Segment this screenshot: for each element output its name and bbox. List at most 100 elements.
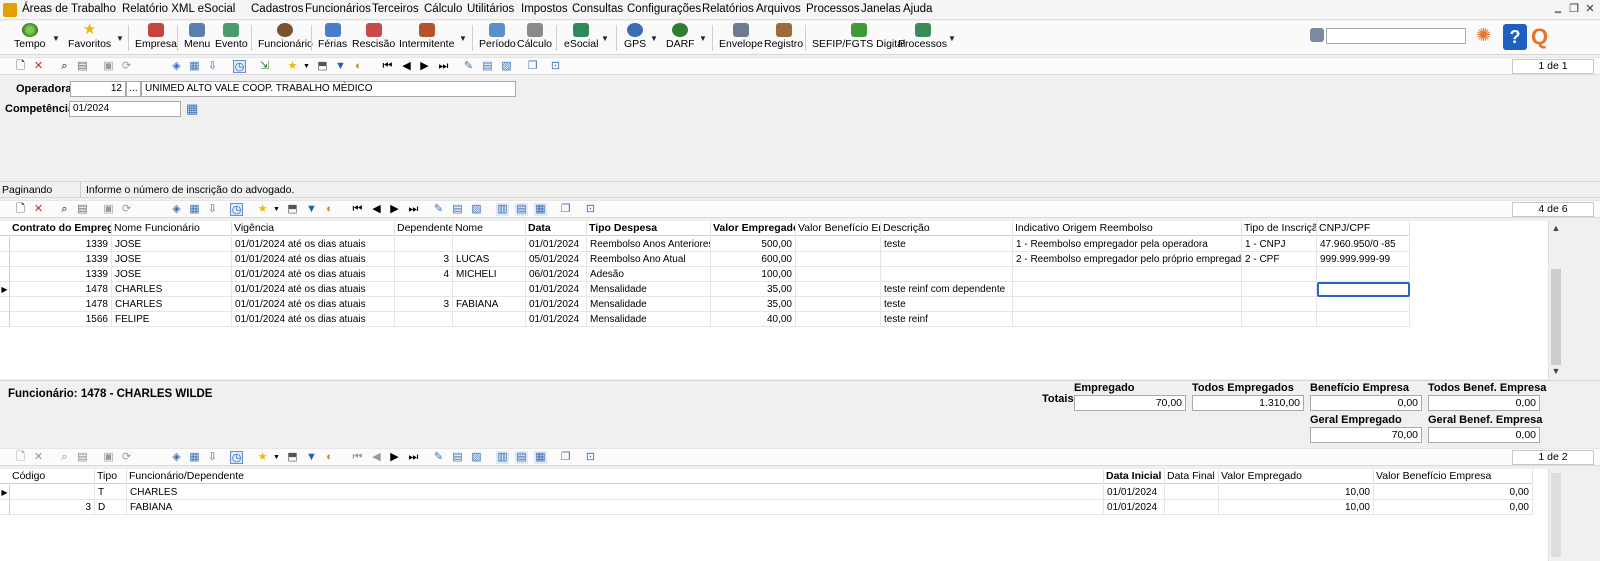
tempo-dropdown-icon[interactable]: ▼ (52, 34, 60, 43)
detail-row[interactable]: ▶ T CHARLES 01/01/2024 10,00 0,00 (0, 485, 1533, 500)
cell-tipo-insc[interactable]: 1 - CNPJ (1242, 237, 1317, 252)
save-icon[interactable]: ▣ (102, 451, 115, 464)
first-record-icon[interactable]: ⏮ (351, 203, 364, 216)
cell-valor-ben[interactable] (796, 282, 881, 297)
col-valor-empregado-det[interactable]: Valor Empregado (1219, 469, 1374, 484)
cell-dependente[interactable]: 4 (395, 267, 453, 282)
cell-nome-func[interactable]: JOSE (112, 252, 232, 267)
cell-indicativo[interactable] (1013, 312, 1242, 327)
cell-cnpj[interactable]: 999.999.999-99 (1317, 252, 1410, 267)
print-icon[interactable]: ▤ (76, 60, 89, 73)
col-nome[interactable]: Nome (453, 221, 526, 236)
cell-valor-ben[interactable] (796, 252, 881, 267)
cell-dependente[interactable] (395, 312, 453, 327)
detail-cell-data-ini[interactable]: 01/01/2024 (1104, 500, 1165, 515)
cell-descricao[interactable]: teste (881, 297, 1013, 312)
detail-cell-valor-ben[interactable]: 0,00 (1374, 485, 1533, 500)
detail-cell-valor-emp[interactable]: 10,00 (1219, 485, 1374, 500)
cell-contrato[interactable]: 1478 (10, 297, 112, 312)
intermitente-button[interactable]: Intermitente (399, 23, 454, 50)
rows-icon[interactable]: ▤ (515, 451, 528, 464)
funcionario-button[interactable]: Funcionário (258, 23, 313, 50)
detail-cell-valor-emp[interactable]: 10,00 (1219, 500, 1374, 515)
view-icon[interactable]: ◈ (170, 451, 183, 464)
copy-icon[interactable]: ❐ (526, 60, 539, 73)
scroll-thumb[interactable] (1551, 473, 1561, 557)
cell-nome[interactable]: FABIANA (453, 297, 526, 312)
cell-vigencia[interactable]: 01/01/2024 até os dias atuais (232, 312, 395, 327)
close-icon[interactable]: ✕ (1584, 2, 1596, 15)
detail-cell-data-fim[interactable] (1165, 500, 1219, 515)
table-icon[interactable]: ▦ (534, 203, 547, 216)
prev-record-icon[interactable]: ◀ (370, 451, 383, 464)
col-data[interactable]: Data (526, 221, 587, 236)
gps-button[interactable]: GPS (624, 23, 646, 50)
cell-nome-func[interactable]: FELIPE (112, 312, 232, 327)
darf-dropdown-icon[interactable]: ▼ (699, 34, 707, 43)
refresh-icon[interactable]: ⟳ (120, 203, 133, 216)
detail-cell-data-ini[interactable]: 01/01/2024 (1104, 485, 1165, 500)
find-icon[interactable]: ⌕ (58, 60, 71, 73)
import-icon[interactable]: ⇩ (206, 203, 219, 216)
delete-icon[interactable]: ✕ (32, 451, 45, 464)
row-indicator[interactable] (0, 237, 10, 252)
menu-ajuda[interactable]: Ajuda (903, 3, 932, 15)
report-edit-icon[interactable]: ▧ (470, 451, 483, 464)
cell-nome-func[interactable]: JOSE (112, 267, 232, 282)
cell-valor-ben[interactable] (796, 297, 881, 312)
cell-contrato[interactable]: 1339 (10, 267, 112, 282)
registro-button[interactable]: Registro (764, 23, 803, 50)
new-icon[interactable]: 🗋 (14, 203, 27, 216)
grid-icon[interactable]: ▦ (188, 203, 201, 216)
bookmark-icon[interactable]: ⬒ (316, 60, 329, 73)
col-tipo-despesa[interactable]: Tipo Despesa (587, 221, 711, 236)
favorite-dropdown-icon[interactable]: ▼ (300, 60, 313, 73)
menu-relatorio-xml[interactable]: Relatório XML eSocial (122, 3, 235, 15)
favorite-star-icon[interactable]: ★ (256, 451, 269, 464)
cell-valor-ben[interactable] (796, 267, 881, 282)
cell-valor-emp[interactable]: 35,00 (711, 282, 796, 297)
menu-button[interactable]: Menu (184, 23, 210, 50)
delete-icon[interactable]: ✕ (32, 203, 45, 216)
operadora-code-field[interactable]: 12 (70, 81, 126, 97)
evento-button[interactable]: Evento (215, 23, 248, 50)
menu-areas-trabalho[interactable]: Áreas de Trabalho (22, 3, 116, 15)
cell-cnpj[interactable]: 47.960.950/0 -85 (1317, 237, 1410, 252)
cell-data[interactable]: 05/01/2024 (526, 252, 587, 267)
cell-tipo-insc[interactable] (1242, 312, 1317, 327)
col-tipo-inscricao[interactable]: Tipo de Inscrição (1242, 221, 1317, 236)
darf-button[interactable]: DARF (666, 23, 695, 50)
table-row[interactable]: 1566 FELIPE 01/01/2024 até os dias atuais 0… (0, 312, 1410, 327)
copy-icon[interactable]: ❐ (559, 203, 572, 216)
scroll-up-icon[interactable]: ▲ (1549, 223, 1563, 233)
menu-impostos[interactable]: Impostos (521, 3, 568, 15)
cell-indicativo[interactable]: 2 - Reembolso empregador pelo próprio em… (1013, 252, 1242, 267)
cell-contrato[interactable]: 1478 (10, 282, 112, 297)
cell-valor-ben[interactable] (796, 312, 881, 327)
intermitente-dropdown-icon[interactable]: ▼ (459, 34, 467, 43)
detail-cell-tipo[interactable]: D (95, 500, 127, 515)
col-valor-beneficio[interactable]: Valor Benefício Empresa (796, 221, 881, 236)
calendar-icon[interactable]: ▦ (186, 101, 198, 117)
cell-descricao[interactable]: teste reinf com dependente (881, 282, 1013, 297)
filter-icon[interactable]: ▼ (334, 60, 347, 73)
report-icon[interactable]: ▤ (451, 451, 464, 464)
next-record-icon[interactable]: ▶ (388, 203, 401, 216)
menu-utilitarios[interactable]: Utilitários (467, 3, 514, 15)
cell-data[interactable]: 01/01/2024 (526, 297, 587, 312)
cell-valor-emp[interactable]: 35,00 (711, 297, 796, 312)
detail-cell-nome[interactable]: FABIANA (127, 500, 1104, 515)
last-record-icon[interactable]: ⏭ (437, 60, 450, 73)
operadora-lookup-button[interactable]: ... (126, 81, 141, 97)
cell-nome[interactable]: MICHELI (453, 267, 526, 282)
table-row[interactable]: 1478 CHARLES 01/01/2024 até os dias atuais… (0, 297, 1410, 312)
cell-nome-func[interactable]: JOSE (112, 237, 232, 252)
cell-indicativo[interactable] (1013, 282, 1242, 297)
col-contrato[interactable]: Contrato do Empregado (10, 221, 112, 236)
row-indicator[interactable] (0, 312, 10, 327)
favorite-star-icon[interactable]: ★ (256, 203, 269, 216)
import-icon[interactable]: ⇩ (206, 451, 219, 464)
calculo-button[interactable]: Cálculo (517, 23, 552, 50)
cell-tipo-insc[interactable] (1242, 282, 1317, 297)
col-valor-beneficio-det[interactable]: Valor Benefício Empresa (1374, 469, 1533, 484)
